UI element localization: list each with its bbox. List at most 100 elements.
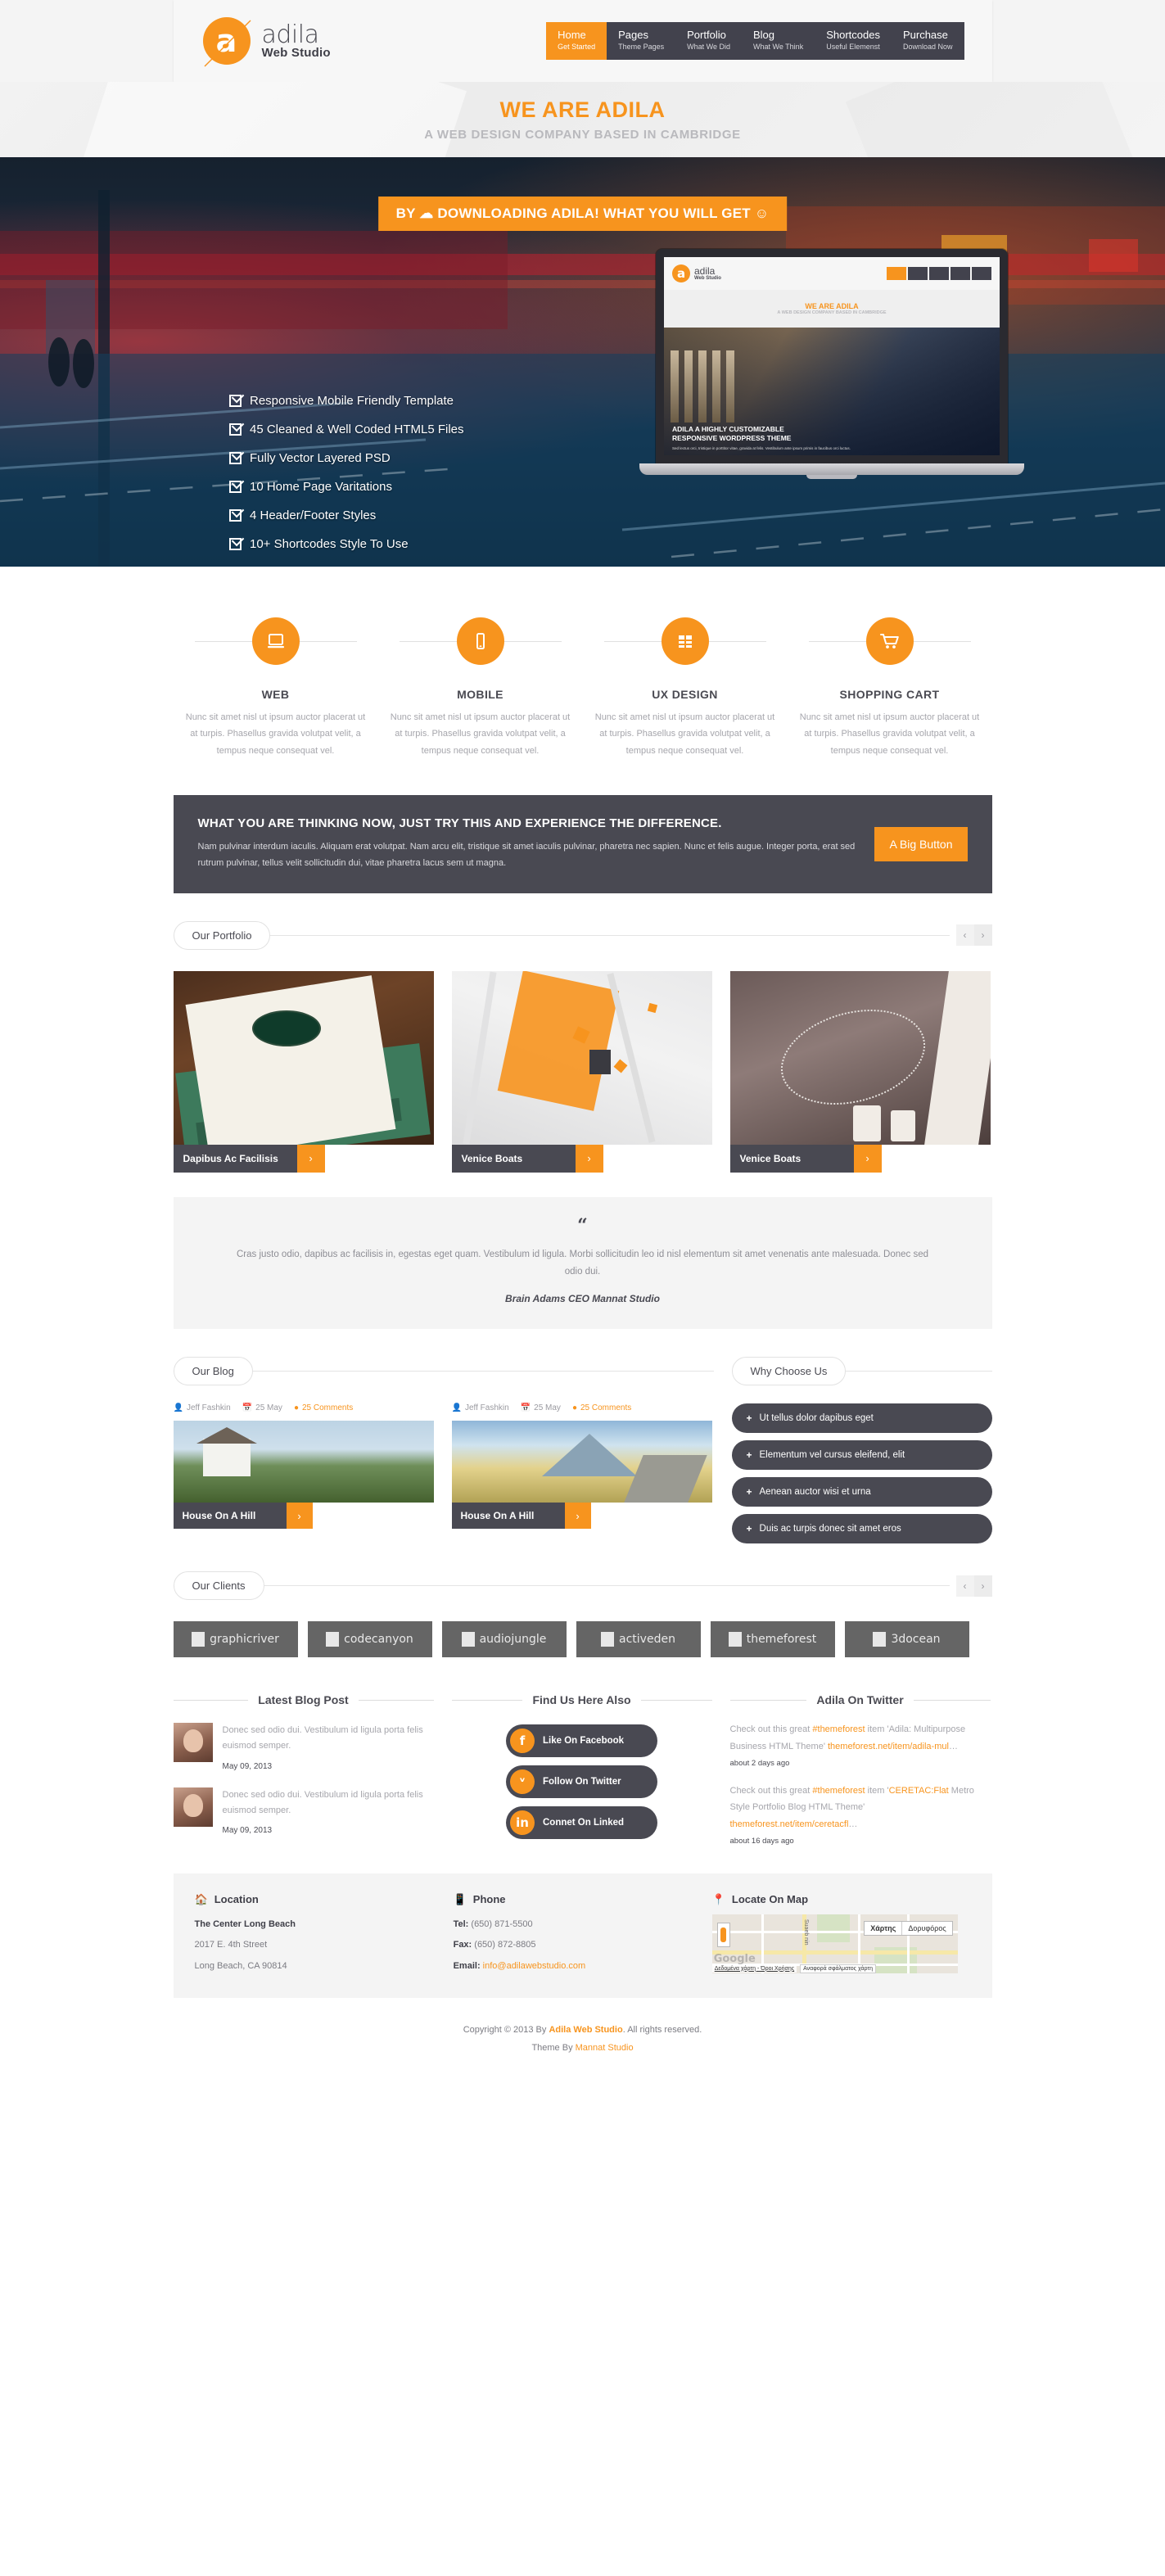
accordion-item[interactable]: + Ut tellus dolor dapibus eget — [731, 1403, 992, 1434]
map-type-toggle[interactable]: Χάρτης Δορυφόρος — [864, 1920, 953, 1936]
client-logo[interactable]: 3docean — [844, 1621, 969, 1658]
nav-item-pages[interactable]: Pages Theme Pages — [607, 22, 675, 61]
theme-author-link[interactable]: Mannat Studio — [576, 2043, 634, 2053]
client-logo[interactable]: graphicriver — [173, 1621, 298, 1658]
accordion-item[interactable]: + Elementum vel cursus eleifend, elit — [731, 1440, 992, 1471]
email-value[interactable]: info@adilawebstudio.com — [483, 1961, 586, 1971]
blog-author-name: Jeff Fashkin — [464, 1403, 509, 1413]
social-button[interactable]: f Like On Facebook — [506, 1724, 657, 1758]
grid-icon[interactable] — [661, 617, 709, 665]
nav-item-shortcodes[interactable]: Shortcodes Useful Elemenst — [815, 22, 892, 61]
client-logo[interactable]: audiojungle — [441, 1621, 567, 1658]
nav-item-purchase[interactable]: Purchase Download Now — [892, 22, 964, 61]
laptop-icon[interactable] — [251, 617, 300, 665]
hero-feature-label: Fully Vector Layered PSD — [250, 451, 391, 465]
client-name: audiojungle — [479, 1633, 547, 1647]
checkbox-icon — [229, 481, 242, 493]
hero-feature-list: Responsive Mobile Friendly Template 45 Cl… — [229, 394, 464, 566]
client-logo[interactable]: activeden — [576, 1621, 701, 1658]
service-description: Nunc sit amet nisl ut ipsum auctor place… — [594, 712, 775, 756]
portfolio-next-button[interactable]: › — [973, 924, 992, 947]
map-attribution-left[interactable]: Δεδομένα χάρτη - Όροι Χρήσης — [711, 1964, 797, 1973]
nav-item-title: Home — [558, 28, 586, 41]
twitter-widget: Adila On Twitter Check out this great #t… — [729, 1693, 991, 1846]
portfolio-arrow-icon[interactable]: › — [853, 1144, 882, 1173]
tweet-hashtag[interactable]: #themeforest — [812, 1724, 865, 1734]
service-description: Nunc sit amet nisl ut ipsum auctor place… — [185, 712, 366, 756]
main-navigation[interactable]: Home Get Started Pages Theme Pages Portfolio… — [546, 21, 964, 61]
plus-icon: + — [746, 1523, 752, 1535]
accordion-item[interactable]: + Duis ac turpis donec sit amet eros — [731, 1514, 992, 1544]
why-choose-accordion: + Ut tellus dolor dapibus eget + Elementum … — [731, 1403, 992, 1544]
blog-card[interactable]: House On A Hill › — [173, 1421, 434, 1530]
brand-logo[interactable]: a adila Web Studio — [201, 16, 331, 67]
map-attribution-right[interactable]: Αναφορά σφάλματος χάρτη — [800, 1964, 877, 1973]
testimonial-block: “ Cras justo odio, dapibus ac facilisis … — [173, 1196, 992, 1330]
client-glyph-icon — [326, 1632, 340, 1647]
client-glyph-icon — [461, 1632, 475, 1647]
copyright-brand[interactable]: Adila Web Studio — [549, 2025, 622, 2035]
portfolio-item[interactable]: Venice Boats › — [451, 970, 712, 1173]
blog-comments[interactable]: ● 25 Comments — [294, 1403, 353, 1412]
social-button-label: Connet On Linked — [543, 1818, 625, 1828]
map-type-map[interactable]: Χάρτης — [865, 1921, 903, 1935]
page-root: a adila Web Studio Home Get Started Pages T… — [0, 0, 1165, 2086]
social-button[interactable]: in Connet On Linked — [506, 1806, 657, 1840]
blog-column: Our Blog 👤 Jeff Fashkin 📅 25 May ● 25 Comme… — [173, 1329, 714, 1543]
nav-item-title: Pages — [618, 28, 648, 41]
accordion-item[interactable]: + Aenean auctor wisi et urna — [731, 1477, 992, 1507]
portfolio-item[interactable]: Venice Boats › — [729, 970, 991, 1173]
client-logo[interactable]: themeforest — [710, 1621, 835, 1658]
divider — [913, 1699, 991, 1701]
cart-icon[interactable] — [865, 617, 914, 665]
social-button-label: Like On Facebook — [543, 1736, 625, 1747]
user-icon: 👤 — [451, 1403, 462, 1413]
tweet-link[interactable]: themeforest.net/item/ceretacfl — [730, 1819, 849, 1829]
portfolio-arrow-icon[interactable]: › — [296, 1144, 325, 1173]
portfolio-prev-button[interactable]: ‹ — [955, 924, 974, 947]
nav-item-portfolio[interactable]: Portfolio What We Did — [675, 22, 742, 61]
big-button[interactable]: A Big Button — [874, 826, 968, 861]
portfolio-item[interactable]: Dapibus Ac Facilisis › — [173, 970, 434, 1173]
divider — [640, 1699, 712, 1701]
clients-prev-button[interactable]: ‹ — [955, 1575, 974, 1597]
nav-item-home[interactable]: Home Get Started — [546, 21, 607, 61]
blog-card-arrow-icon[interactable]: › — [286, 1503, 313, 1530]
map-widget[interactable]: Suaeb nin Χάρτης Δορυφόρος Google Δεδομέ… — [711, 1914, 958, 1973]
blog-card[interactable]: House On A Hill › — [451, 1421, 712, 1530]
portfolio-image — [173, 970, 434, 1145]
street-view-pegman-icon[interactable] — [716, 1922, 730, 1947]
clients-next-button[interactable]: › — [973, 1575, 992, 1597]
map-type-satellite[interactable]: Δορυφόρος — [902, 1922, 951, 1935]
hero-feature-item: Responsive Mobile Friendly Template — [229, 394, 464, 408]
tweet-link[interactable]: CERETAC:Flat — [889, 1786, 949, 1796]
tweet-link[interactable]: themeforest.net/item/adila-mul — [828, 1742, 949, 1751]
latest-blog-widget: Latest Blog Post Donec sed odio dui. Ves… — [173, 1693, 434, 1846]
nav-item-blog[interactable]: Blog What We Think — [742, 22, 815, 61]
nav-item-subtitle: Get Started — [558, 42, 596, 51]
mobile-icon[interactable] — [456, 617, 504, 665]
testimonial-text: Cras justo odio, dapibus ac facilisis in… — [236, 1249, 929, 1277]
portfolio-title: Dapibus Ac Facilisis — [173, 1144, 297, 1173]
phone-title: Phone — [472, 1893, 506, 1906]
checkbox-icon — [229, 538, 242, 550]
testimonial-author: Brain Adams CEO Mannat Studio — [505, 1293, 660, 1305]
latest-blog-date: May 09, 2013 — [222, 1826, 273, 1836]
tweet-hashtag[interactable]: #themeforest — [812, 1786, 865, 1796]
blog-card-arrow-icon[interactable]: › — [564, 1503, 591, 1530]
latest-blog-item[interactable]: Donec sed odio dui. Vestibulum id ligula… — [173, 1723, 434, 1771]
calendar-icon: 📅 — [520, 1403, 531, 1413]
blog-comments[interactable]: ● 25 Comments — [572, 1403, 631, 1412]
service-item: UX DESIGN Nunc sit amet nisl ut ipsum auc… — [583, 609, 788, 759]
portfolio-arrow-icon[interactable]: › — [575, 1144, 603, 1173]
copyright-footer: Copyright © 2013 By Adila Web Studio. Al… — [0, 1998, 1165, 2085]
social-button-label: Follow On Twitter — [543, 1777, 621, 1787]
latest-blog-item[interactable]: Donec sed odio dui. Vestibulum id ligula… — [173, 1787, 434, 1836]
laptop-logo-text: adila — [694, 265, 716, 277]
user-icon: 👤 — [173, 1403, 183, 1413]
client-logo[interactable]: codecanyon — [307, 1621, 432, 1658]
brand-tagline: Web Studio — [261, 45, 331, 60]
social-button[interactable]: ᵛ Follow On Twitter — [506, 1765, 657, 1799]
divider — [451, 1699, 523, 1701]
callout-banner: WHAT YOU ARE THINKING NOW, JUST TRY THIS… — [173, 795, 992, 893]
